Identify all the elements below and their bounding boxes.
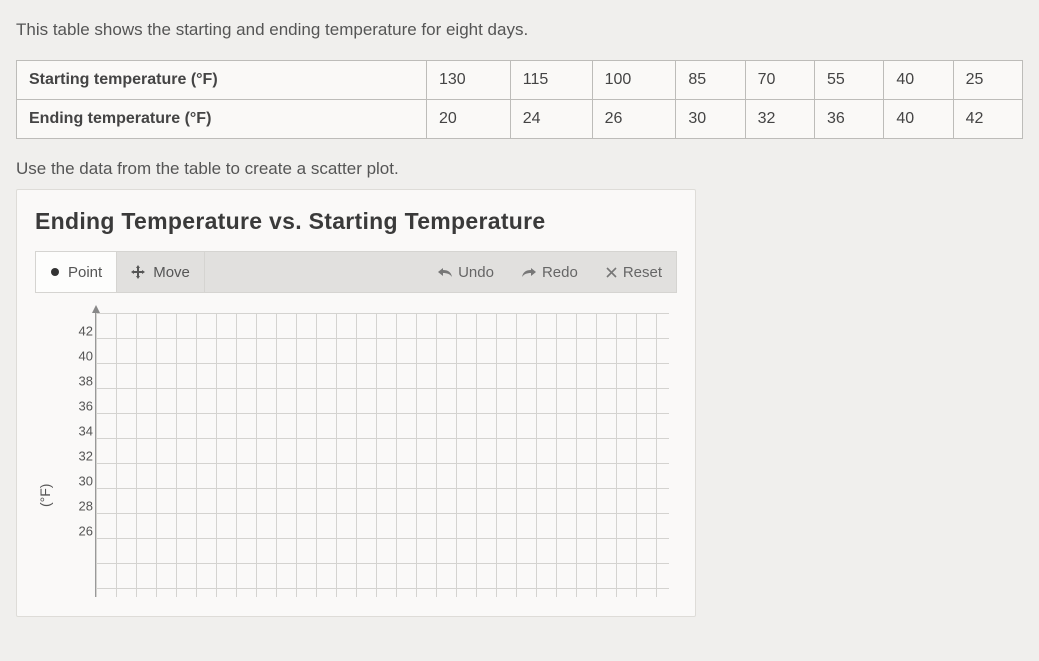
cell: 40 (884, 61, 953, 100)
chart-title: Ending Temperature vs. Starting Temperat… (35, 208, 677, 235)
temperature-table: Starting temperature (°F) 130 115 100 85… (16, 60, 1023, 139)
chart-panel: Ending Temperature vs. Starting Temperat… (16, 189, 696, 617)
y-tick: 40 (73, 349, 93, 364)
y-tick: 38 (73, 374, 93, 389)
move-tool-button[interactable]: Move (117, 252, 205, 292)
reset-button[interactable]: Reset (592, 252, 676, 292)
point-icon (50, 267, 60, 277)
move-icon (131, 265, 145, 279)
cell: 100 (592, 61, 676, 100)
intro-text: This table shows the starting and ending… (16, 20, 1023, 40)
move-tool-label: Move (153, 264, 190, 281)
table-row: Ending temperature (°F) 20 24 26 30 32 3… (17, 100, 1023, 139)
redo-button[interactable]: Redo (508, 252, 592, 292)
grid-wrap (95, 309, 669, 597)
y-tick: 36 (73, 399, 93, 414)
y-axis-label: (°F) (37, 484, 53, 507)
redo-label: Redo (542, 264, 578, 281)
cell: 26 (592, 100, 676, 139)
cell: 130 (427, 61, 511, 100)
cell: 25 (953, 61, 1022, 100)
undo-button[interactable]: Undo (424, 252, 508, 292)
cell: 30 (676, 100, 745, 139)
y-tick: 26 (73, 524, 93, 539)
grid (96, 313, 669, 597)
cell: 115 (510, 61, 592, 100)
undo-icon (438, 266, 452, 278)
reset-icon (606, 267, 617, 278)
cell: 36 (814, 100, 883, 139)
reset-label: Reset (623, 264, 662, 281)
cell: 20 (427, 100, 511, 139)
y-tick: 42 (73, 324, 93, 339)
redo-icon (522, 266, 536, 278)
undo-label: Undo (458, 264, 494, 281)
y-tick: 30 (73, 474, 93, 489)
y-tick: 28 (73, 499, 93, 514)
row-label: Ending temperature (°F) (17, 100, 427, 139)
cell: 40 (884, 100, 953, 139)
chart-toolbar: Point Move Undo Redo (35, 251, 677, 293)
cell: 32 (745, 100, 814, 139)
point-tool-button[interactable]: Point (36, 252, 117, 292)
cell: 24 (510, 100, 592, 139)
y-tick: 32 (73, 449, 93, 464)
cell: 55 (814, 61, 883, 100)
scatter-plot-area[interactable]: 42 40 38 36 34 32 30 28 26 (°F) (35, 307, 677, 597)
axis-arrow-up-icon (92, 305, 100, 313)
table-row: Starting temperature (°F) 130 115 100 85… (17, 61, 1023, 100)
cell: 85 (676, 61, 745, 100)
cell: 70 (745, 61, 814, 100)
instruction-text: Use the data from the table to create a … (16, 159, 1023, 179)
y-tick: 34 (73, 424, 93, 439)
cell: 42 (953, 100, 1022, 139)
row-label: Starting temperature (°F) (17, 61, 427, 100)
point-tool-label: Point (68, 264, 102, 281)
